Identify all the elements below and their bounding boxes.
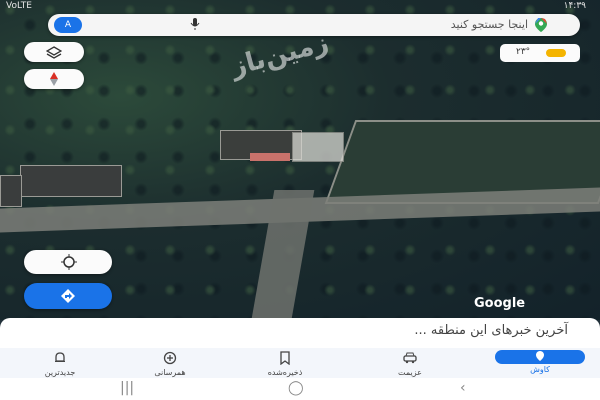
building	[292, 132, 344, 162]
sun-cloud-icon	[546, 49, 566, 57]
directions-button[interactable]	[24, 283, 112, 309]
system-navigation-bar: ||| ◯ ‹	[0, 378, 600, 400]
layers-button[interactable]	[24, 42, 84, 62]
compass-button[interactable]	[24, 69, 84, 89]
building	[0, 175, 22, 207]
search-input[interactable]: اینجا جستجو کنید	[451, 18, 528, 31]
status-bar: VoLTE ۱۴:۳۹	[0, 0, 600, 12]
my-location-button[interactable]	[24, 250, 112, 274]
nav-item-contribute[interactable]: همرسانی	[115, 348, 225, 378]
nav-item-label: جدیدترین	[44, 368, 76, 377]
bookmark-icon	[230, 351, 340, 367]
map-view[interactable]: زمین‌باز VoLTE ۱۴:۳۹ A اینجا جستجو کنید …	[0, 0, 600, 320]
account-avatar[interactable]: A	[54, 17, 82, 33]
nav-item-latest[interactable]: جدیدترین	[5, 348, 115, 378]
weather-temperature: ۲۳°	[516, 47, 531, 57]
nav-item-label: کاوش	[530, 365, 550, 374]
bottom-sheet[interactable]: آخرین خبرهای این منطقه ...	[0, 318, 600, 348]
bell-icon	[5, 351, 115, 367]
directions-icon	[60, 288, 76, 308]
home-icon[interactable]: ◯	[288, 380, 304, 396]
bottom-sheet-title: آخرین خبرهای این منطقه ...	[414, 323, 568, 338]
google-maps-pin-icon	[534, 17, 548, 33]
status-time: ۱۴:۳۹	[563, 1, 586, 11]
layers-icon	[45, 45, 63, 64]
nav-item-label: عزیمت	[398, 368, 422, 377]
google-attribution: Google	[474, 296, 526, 311]
nav-item-saved[interactable]: ذخیره‌شده	[230, 348, 340, 378]
nav-item-commute[interactable]: عزیمت	[355, 348, 465, 378]
microphone-icon[interactable]	[188, 17, 202, 33]
nav-item-label: همرسانی	[154, 368, 186, 377]
back-icon[interactable]: ‹	[460, 380, 466, 396]
weather-chip[interactable]: ۲۳°	[500, 44, 580, 62]
car-icon	[355, 351, 465, 367]
plus-circle-icon	[115, 351, 225, 367]
building-roof	[250, 153, 290, 161]
nav-item-explore[interactable]: کاوش	[485, 348, 595, 378]
search-bar[interactable]: A اینجا جستجو کنید	[48, 14, 580, 36]
nav-item-label: ذخیره‌شده	[267, 368, 303, 377]
status-network: VoLTE	[6, 1, 32, 11]
location-pin-icon	[495, 350, 585, 364]
recents-icon[interactable]: |||	[120, 380, 134, 396]
bottom-navigation: جدیدترین همرسانی ذخیره‌شده عزیمت کاوش	[0, 348, 600, 378]
crosshair-icon	[60, 253, 78, 275]
building	[20, 165, 122, 197]
compass-icon	[49, 71, 59, 91]
